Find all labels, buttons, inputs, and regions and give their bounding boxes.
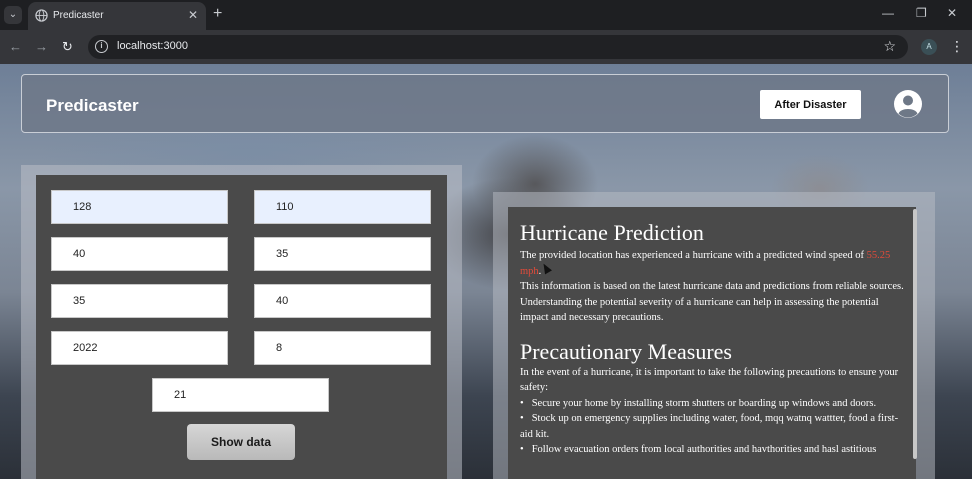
input-field-4[interactable] [254, 237, 431, 271]
result-scrollbar[interactable] [913, 209, 917, 459]
input-field-7[interactable] [51, 331, 228, 365]
browser-menu-icon[interactable]: ⋮ [950, 38, 964, 54]
browser-tab[interactable]: Predicaster ✕ [28, 2, 206, 30]
window-close-icon[interactable]: ✕ [947, 6, 957, 20]
input-field-9[interactable] [152, 378, 329, 412]
input-field-5[interactable] [51, 284, 228, 318]
tab-search-chevron-icon[interactable]: ⌄ [4, 6, 22, 24]
globe-icon [35, 9, 48, 22]
input-field-3[interactable] [51, 237, 228, 271]
new-tab-icon[interactable]: + [213, 5, 222, 23]
list-item: Stock up on emergency supplies including… [520, 411, 904, 442]
measures-intro: In the event of a hurricane, it is impor… [520, 366, 899, 394]
prediction-info: This information is based on the latest … [520, 281, 904, 323]
input-field-8[interactable] [254, 331, 431, 365]
prediction-title: Hurricane Prediction [520, 220, 704, 245]
omnibox[interactable]: i localhost:3000 ☆ [88, 35, 908, 59]
profile-avatar[interactable]: A [921, 39, 937, 55]
list-item: Secure your home by installing storm shu… [520, 396, 904, 412]
bookmark-star-icon[interactable]: ☆ [883, 38, 896, 55]
app-header: Predicaster After Disaster [21, 74, 949, 133]
url-text[interactable]: localhost:3000 [117, 40, 188, 52]
input-field-6[interactable] [254, 284, 431, 318]
back-icon[interactable]: ← [9, 39, 22, 54]
page-background: Predicaster After Disaster Show data Hur… [0, 64, 972, 479]
forward-icon[interactable]: → [35, 39, 48, 54]
minimize-icon[interactable]: — [882, 6, 894, 20]
brand-title[interactable]: Predicaster [46, 96, 139, 116]
input-field-2[interactable] [254, 190, 431, 224]
site-info-icon[interactable]: i [95, 40, 108, 53]
result-panel: Hurricane Prediction The provided locati… [493, 192, 935, 479]
measures-list: Secure your home by installing storm shu… [520, 396, 904, 458]
restore-icon[interactable]: ❐ [916, 6, 927, 20]
result-content[interactable]: Hurricane Prediction The provided locati… [508, 207, 916, 479]
summary-prefix: The provided location has experienced a … [520, 250, 867, 261]
content-fade [508, 452, 916, 479]
measures-title: Precautionary Measures [520, 338, 732, 364]
input-form: Show data [36, 175, 447, 479]
show-data-button[interactable]: Show data [187, 424, 295, 460]
input-field-1[interactable] [51, 190, 228, 224]
after-disaster-button[interactable]: After Disaster [760, 90, 861, 119]
browser-tab-bar: ⌄ Predicaster ✕ + — ❐ ✕ [0, 0, 972, 30]
address-bar: ← → ↻ i localhost:3000 ☆ [0, 30, 972, 64]
tab-close-icon[interactable]: ✕ [188, 8, 198, 22]
tab-title: Predicaster [53, 10, 104, 21]
input-form-panel: Show data [21, 165, 462, 479]
user-profile-icon[interactable] [893, 89, 923, 119]
prediction-summary: The provided location has experienced a … [520, 248, 904, 279]
reload-icon[interactable]: ↻ [62, 39, 73, 55]
